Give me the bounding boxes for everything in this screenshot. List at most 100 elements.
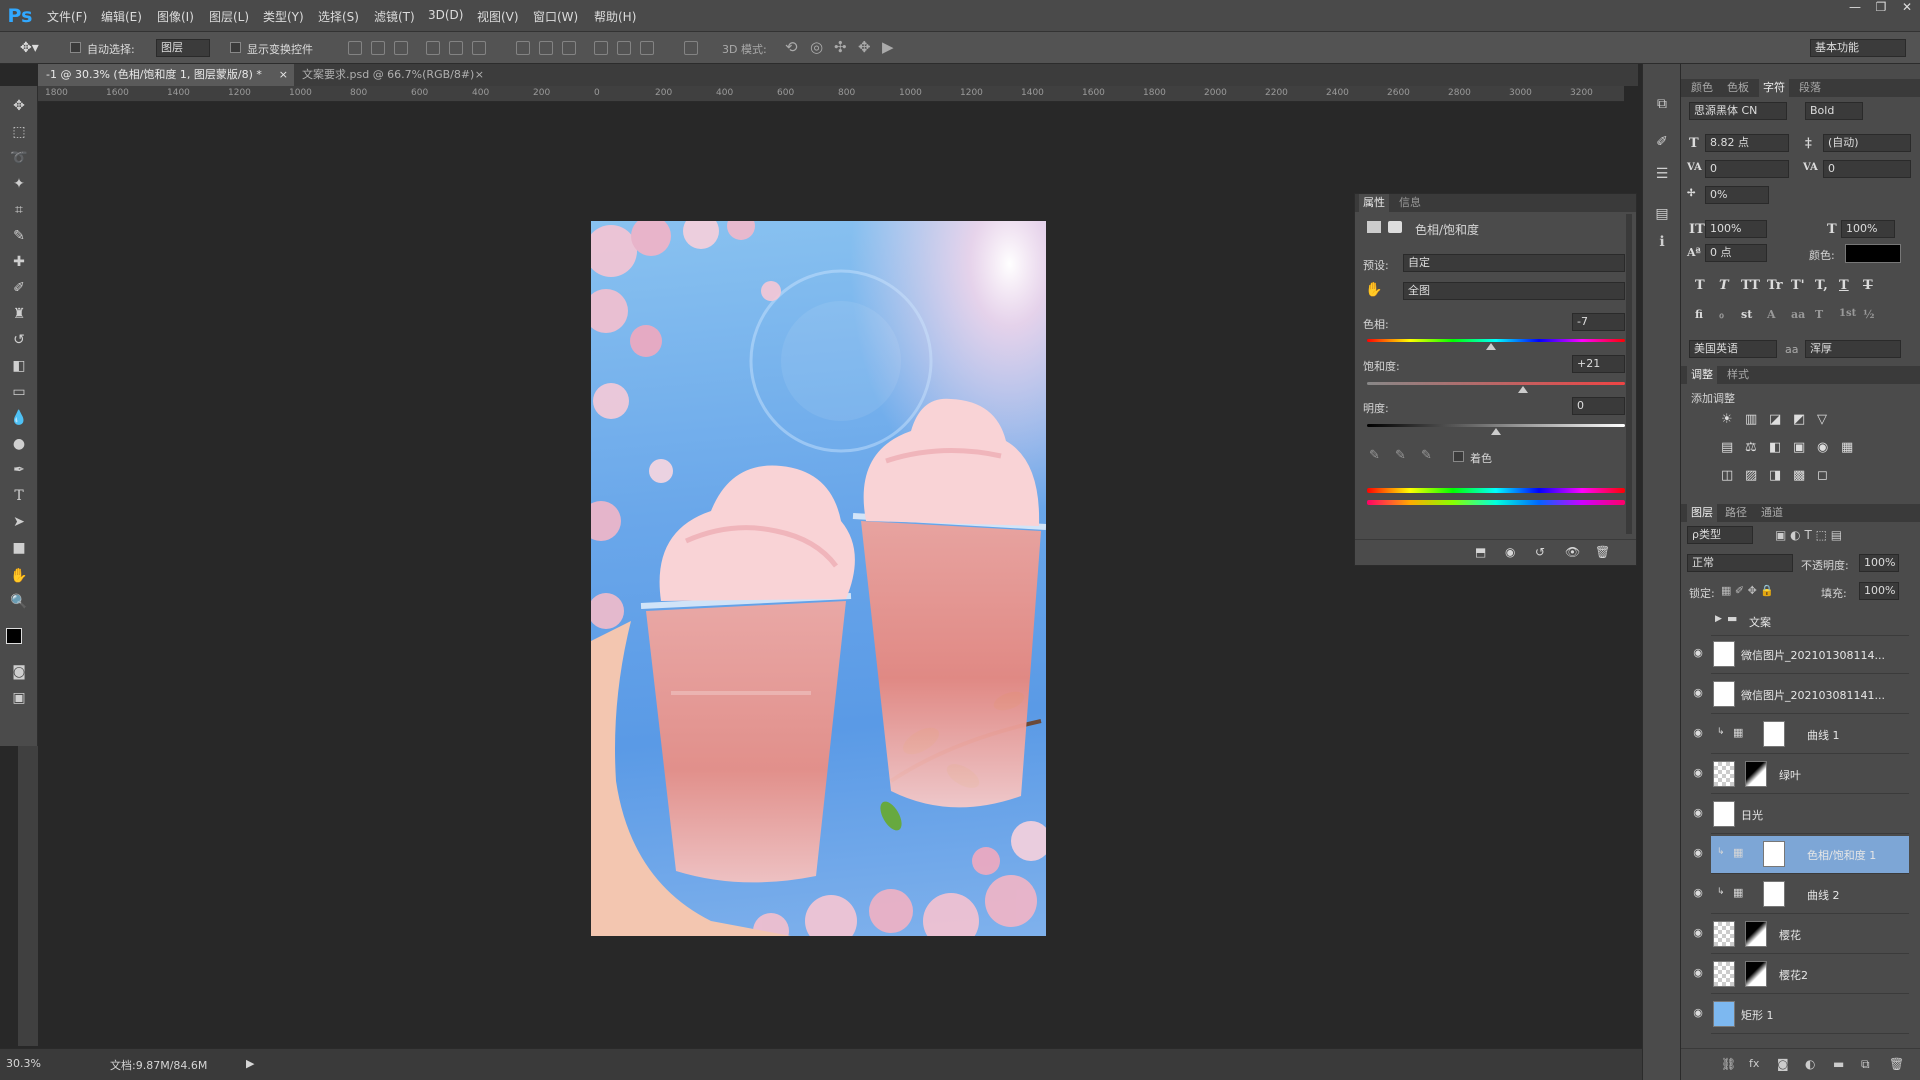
menu-filter[interactable]: 滤镜(T) xyxy=(374,8,415,25)
layer-row[interactable]: ◉ 微信图片_202101308114... xyxy=(1693,636,1909,674)
mask-icon[interactable] xyxy=(1388,221,1402,233)
tab-paragraph[interactable]: 段落 xyxy=(1795,79,1825,97)
adjust-panel-icon[interactable]: ☰ xyxy=(1652,164,1672,184)
distribute-top-icon[interactable] xyxy=(516,41,530,55)
tab-properties[interactable]: 属性 xyxy=(1359,194,1389,212)
crop-tool-icon[interactable]: ⌗ xyxy=(9,200,29,220)
hue-saturation-adjustment-icon[interactable]: ▤ xyxy=(1721,440,1733,455)
layer-row[interactable]: ◉ 樱花 xyxy=(1693,916,1909,954)
exposure-adjustment-icon[interactable]: ◩ xyxy=(1793,412,1805,427)
eraser-tool-icon[interactable]: ◧ xyxy=(9,356,29,376)
swash-button[interactable]: A xyxy=(1767,308,1776,321)
healing-brush-tool-icon[interactable]: ✚ xyxy=(9,252,29,272)
underline-button[interactable]: T xyxy=(1839,278,1849,293)
show-transform-checkbox[interactable] xyxy=(230,42,241,53)
menu-help[interactable]: 帮助(H) xyxy=(594,8,636,25)
type-tool-icon[interactable]: T xyxy=(9,486,29,506)
baseline-shift-input[interactable]: 0 点 xyxy=(1705,244,1767,262)
eye-icon[interactable]: ◉ xyxy=(1691,887,1705,898)
screen-mode-icon[interactable]: ▣ xyxy=(9,688,29,708)
character-panel-icon[interactable]: ▤ xyxy=(1652,204,1672,224)
colorize-checkbox[interactable] xyxy=(1453,451,1464,462)
align-top-icon[interactable] xyxy=(348,41,362,55)
eye-icon[interactable]: ◉ xyxy=(1691,807,1705,818)
group-expand-icon[interactable]: ▶ xyxy=(1715,614,1722,624)
small-caps-button[interactable]: Tr xyxy=(1767,278,1783,293)
zoom-tool-icon[interactable]: 🔍 xyxy=(9,592,29,612)
subscript-button[interactable]: T, xyxy=(1815,278,1828,293)
layer-row[interactable]: ◉ ↳ ▦ 曲线 2 xyxy=(1693,876,1909,914)
text-color-swatch[interactable] xyxy=(1845,244,1901,263)
layer-thumbnail[interactable] xyxy=(1713,641,1735,667)
tab-character[interactable]: 字符 xyxy=(1759,79,1789,97)
tab-document-2[interactable]: 文案要求.psd @ 66.7%(RGB/8#) × xyxy=(294,64,490,86)
minimize-button[interactable]: — xyxy=(1842,0,1868,20)
layer-row[interactable]: ◉ ↳ ▦ 曲线 1 xyxy=(1693,716,1909,754)
ligatures-button[interactable]: fi xyxy=(1695,308,1703,321)
3d-rotate-icon[interactable]: ⟲ xyxy=(785,38,798,56)
alternates-button[interactable]: ℴ xyxy=(1719,308,1724,321)
layer-thumbnail[interactable] xyxy=(1713,921,1735,947)
opacity-input[interactable]: 100% xyxy=(1859,554,1899,572)
channel-dropdown[interactable]: 全图 xyxy=(1403,282,1625,300)
3d-scale-icon[interactable]: ▶ xyxy=(882,38,894,56)
layer-row[interactable]: ◉ 微信图片_202103081141... xyxy=(1693,676,1909,714)
layer-mask-thumbnail[interactable] xyxy=(1745,921,1767,947)
align-hcenter-icon[interactable] xyxy=(449,41,463,55)
saturation-value-input[interactable]: +21 xyxy=(1572,355,1625,373)
eye-icon[interactable]: ◉ xyxy=(1691,967,1705,978)
lightness-slider-track[interactable] xyxy=(1367,424,1625,427)
auto-select-dropdown[interactable]: 图层 xyxy=(156,39,210,57)
clip-to-layer-icon[interactable]: ⬒ xyxy=(1475,545,1486,559)
vertical-scale-input[interactable]: 100% xyxy=(1705,220,1767,238)
lightness-slider-handle[interactable] xyxy=(1491,428,1501,435)
align-right-icon[interactable] xyxy=(472,41,486,55)
pen-tool-icon[interactable]: ✒ xyxy=(9,460,29,480)
eyedropper-tool-icon[interactable]: ✎ xyxy=(9,226,29,246)
tab-styles[interactable]: 样式 xyxy=(1723,366,1753,384)
visibility-icon[interactable]: 👁 xyxy=(1565,545,1580,559)
font-size-input[interactable]: 8.82 点 xyxy=(1705,134,1789,152)
eye-icon[interactable]: ◉ xyxy=(1691,647,1705,658)
marquee-tool-icon[interactable]: ⬚ xyxy=(9,122,29,142)
layer-thumbnail[interactable] xyxy=(1713,761,1735,787)
ordinals-button[interactable]: 1st xyxy=(1839,308,1856,319)
distribute-right-icon[interactable] xyxy=(640,41,654,55)
discretionary-ligatures-button[interactable]: st xyxy=(1741,308,1752,321)
document-canvas[interactable] xyxy=(591,221,1046,936)
layer-row[interactable]: ◉ 日光 xyxy=(1693,796,1909,834)
brush-panel-icon[interactable]: ✐ xyxy=(1652,132,1672,152)
menu-3d[interactable]: 3D(D) xyxy=(428,8,463,22)
preset-dropdown[interactable]: 自定 xyxy=(1403,254,1625,272)
saturation-slider-track[interactable] xyxy=(1367,382,1625,385)
targeted-adjust-hand-icon[interactable]: ✋ xyxy=(1365,282,1382,298)
menu-image[interactable]: 图像(I) xyxy=(157,8,194,25)
tab-close-icon[interactable]: × xyxy=(475,64,484,86)
layer-filter-icons[interactable]: ▣ ◐ T ⬚ ▤ xyxy=(1775,528,1842,542)
gradient-tool-icon[interactable]: ▭ xyxy=(9,382,29,402)
color-balance-adjustment-icon[interactable]: ⚖ xyxy=(1745,440,1757,455)
layer-row[interactable]: ◉ 矩形 1 xyxy=(1693,996,1909,1034)
workspace-dropdown[interactable]: 基本功能 xyxy=(1810,39,1906,57)
layer-row[interactable]: ◉ ↳ ▦ 色相/饱和度 1 xyxy=(1693,836,1909,874)
horizontal-scale-input[interactable]: 100% xyxy=(1841,220,1895,238)
leading-input[interactable]: (自动) xyxy=(1823,134,1911,152)
align-bottom-icon[interactable] xyxy=(394,41,408,55)
titling-button[interactable]: T xyxy=(1815,308,1823,321)
faux-italic-button[interactable]: T xyxy=(1719,278,1729,293)
eye-icon[interactable]: ◉ xyxy=(1691,727,1705,738)
stylistic-button[interactable]: aa xyxy=(1791,308,1805,321)
align-left-icon[interactable] xyxy=(426,41,440,55)
distribute-bottom-icon[interactable] xyxy=(562,41,576,55)
gradient-map-adjustment-icon[interactable]: ▩ xyxy=(1793,468,1805,483)
distribute-left-icon[interactable] xyxy=(594,41,608,55)
foreground-color-swatch[interactable] xyxy=(6,628,22,644)
distribute-hcenter-icon[interactable] xyxy=(617,41,631,55)
auto-align-icon[interactable] xyxy=(684,41,698,55)
antialias-dropdown[interactable]: 浑厚 xyxy=(1805,340,1901,358)
new-group-icon[interactable]: ▬ xyxy=(1833,1057,1844,1071)
view-previous-icon[interactable]: ◉ xyxy=(1505,545,1515,559)
info-panel-icon[interactable]: ℹ xyxy=(1652,232,1672,252)
eye-icon[interactable]: ◉ xyxy=(1691,767,1705,778)
all-caps-button[interactable]: TT xyxy=(1741,278,1760,293)
